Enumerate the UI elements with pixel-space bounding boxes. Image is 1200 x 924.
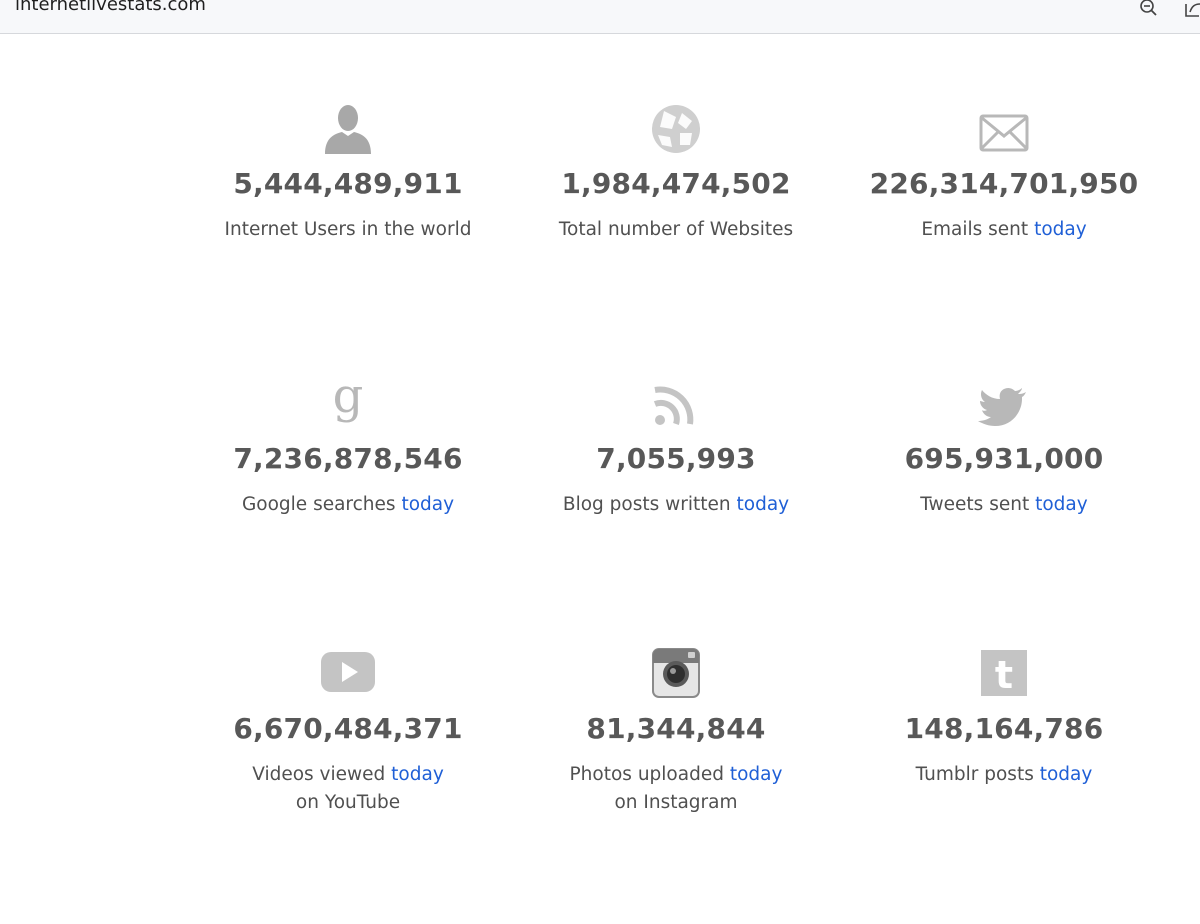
svg-text:g: g xyxy=(333,374,364,424)
instagram-icon xyxy=(652,648,700,698)
stat-value: 6,670,484,371 xyxy=(233,712,463,745)
stat-label: Videos viewed today on YouTube xyxy=(252,764,444,813)
stat-value: 148,164,786 xyxy=(904,712,1104,745)
today-link[interactable]: today xyxy=(1034,219,1087,240)
stat-label: Internet Users in the world xyxy=(224,219,472,240)
svg-text:t: t xyxy=(995,653,1013,697)
stat-label: Blog posts written today xyxy=(562,494,790,515)
user-icon xyxy=(325,105,371,154)
stat-value: 7,236,878,546 xyxy=(233,442,463,475)
address-bar-url[interactable]: internetlivestats.com xyxy=(15,0,206,15)
share-icon[interactable] xyxy=(1185,0,1200,20)
globe-icon xyxy=(652,105,700,153)
stat-label: Tumblr posts today xyxy=(915,764,1093,785)
tumblr-icon: t xyxy=(981,650,1027,697)
twitter-bird-icon xyxy=(978,387,1026,426)
stat-value: 7,055,993 xyxy=(596,442,756,475)
today-link[interactable]: today xyxy=(737,494,790,515)
today-link[interactable]: today xyxy=(730,764,783,785)
stat-value: 226,314,701,950 xyxy=(869,167,1139,200)
browser-toolbar: internetlivestats.com xyxy=(0,0,1200,34)
today-link[interactable]: today xyxy=(391,764,444,785)
stat-label: Google searches today xyxy=(241,494,455,515)
stat-value: 81,344,844 xyxy=(586,712,766,745)
google-g-icon: g xyxy=(333,374,364,424)
today-link[interactable]: today xyxy=(1040,764,1093,785)
stat-value: 5,444,489,911 xyxy=(233,167,463,200)
stat-value: 1,984,474,502 xyxy=(561,167,791,200)
stat-label: Total number of Websites xyxy=(558,219,794,240)
youtube-icon xyxy=(321,652,375,692)
envelope-icon xyxy=(979,114,1029,152)
zoom-out-icon[interactable] xyxy=(1139,0,1159,20)
today-link[interactable]: today xyxy=(401,494,454,515)
stat-label: Photos uploaded today on Instagram xyxy=(569,764,783,813)
today-link[interactable]: today xyxy=(1035,494,1088,515)
stat-label: Tweets sent today xyxy=(920,494,1088,515)
rss-icon xyxy=(653,386,694,425)
stat-label: Emails sent today xyxy=(921,219,1087,240)
stat-value: 695,931,000 xyxy=(904,442,1104,475)
